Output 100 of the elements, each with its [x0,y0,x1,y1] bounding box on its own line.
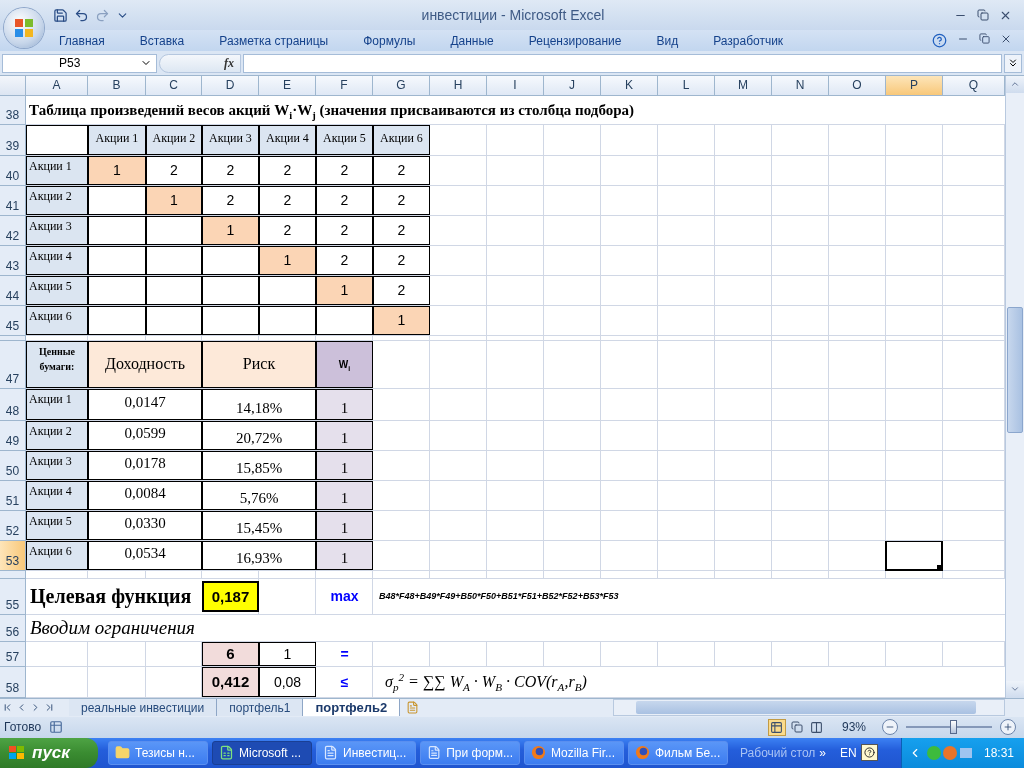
column-letter[interactable]: L [658,75,715,96]
undo-icon[interactable] [74,7,89,23]
column-letter[interactable]: A [26,75,88,96]
tray-icons-drawing[interactable] [925,745,974,761]
row-header[interactable] [0,335,26,341]
sheet-tab[interactable]: портфель2 [303,699,401,717]
row-label: Акции 5 [26,510,88,540]
name-box[interactable]: P53 [2,53,157,73]
sheet-tab[interactable]: реальные инвестиции [69,699,218,717]
column-letter[interactable]: K [601,75,658,96]
operator-label: = [339,644,350,664]
scroll-thumb[interactable] [636,701,976,715]
new-sheet-icon[interactable] [406,701,420,715]
ribbon-tab[interactable]: Вид [655,33,695,48]
row-label: Акции 6 [26,305,88,335]
horizontal-scrollbar[interactable] [613,699,1005,717]
table-cell: 0,0330 [88,510,202,540]
zoom-out-button[interactable] [882,719,898,736]
ribbon-tab[interactable]: Данные [449,33,510,48]
taskbar-item[interactable]: Microsoft ... [212,741,312,765]
last-sheet-icon[interactable] [44,702,55,714]
column-letter[interactable]: J [544,75,601,96]
operator-label: ≤ [339,672,350,692]
row-number[interactable]: 45 [0,305,26,336]
language-indicator[interactable]: EN [840,746,857,760]
select-all-corner[interactable] [0,75,26,96]
row-number[interactable]: 50 [0,450,26,481]
table-cell: 0,0147 [88,388,202,420]
column-letter[interactable]: D [202,75,259,96]
ribbon-tab[interactable]: Разработчик [712,33,800,48]
column-letter[interactable]: E [259,75,316,96]
table-cell: 2 [146,155,202,185]
column-letter[interactable]: H [430,75,487,96]
row-number[interactable]: 40 [0,155,26,186]
table-title: Таблица произведений весов акций W$_{i}$·W$_{j}$ (значения присваиваются из столбца подбора) [26,95,1005,124]
row-number[interactable]: 42 [0,215,26,246]
table-cell: 2 [373,245,430,275]
formula-input[interactable] [243,53,1002,73]
zoom-in-button[interactable] [1000,719,1016,736]
column-letter[interactable]: M [715,75,772,96]
table-cell: 1 [316,420,373,450]
table-cell: 14,18% [202,388,316,420]
insert-function-button[interactable]: fx [159,53,241,73]
row-number[interactable]: 38 [0,95,26,125]
row-number[interactable]: 41 [0,185,26,216]
zoom-thumb[interactable] [950,720,958,735]
save-icon[interactable] [53,7,68,23]
row-number[interactable]: 55 [0,578,26,615]
row-number[interactable]: 52 [0,510,26,541]
row-header[interactable] [0,570,26,579]
column-header: Акции 3 [202,124,259,155]
zoom-level[interactable]: 93% [841,720,866,735]
ribbon-tab[interactable]: Рецензирование [527,33,638,48]
first-sheet-icon[interactable] [2,702,13,714]
restore-icon[interactable] [977,8,989,21]
table-cell: 16,93% [202,540,316,570]
column-letter[interactable]: Q [943,75,1005,96]
table-cell: 0,0084 [88,480,202,510]
row-number[interactable]: 39 [0,124,26,156]
scroll-thumb[interactable] [1007,306,1023,433]
row-number[interactable]: 53 [0,540,26,571]
ribbon-tab[interactable]: Разметка страницы [218,33,345,48]
help-icon[interactable] [860,744,878,762]
row-number[interactable]: 58 [0,666,26,698]
table-cell: 1 [316,450,373,480]
row-number[interactable]: 43 [0,245,26,276]
office-button[interactable] [4,8,44,48]
macro-icon[interactable] [49,720,64,735]
ribbon-tab[interactable]: Вставка [138,33,201,48]
view-button[interactable] [767,718,786,736]
sheet-tab[interactable]: портфель1 [217,699,304,717]
vertical-scrollbar[interactable] [1005,75,1024,698]
row-number[interactable]: 56 [0,614,26,642]
column-letter[interactable]: G [373,75,430,96]
ribbon-tab[interactable]: Формулы [362,33,432,48]
table-cell: 2 [373,275,430,305]
row-number[interactable]: 44 [0,275,26,306]
row-number[interactable]: 49 [0,420,26,451]
table-cell: 2 [259,215,316,245]
column-letter[interactable]: P [886,75,943,96]
start-button[interactable]: пуск [0,738,98,768]
row-label: Акции 2 [26,420,88,450]
column-letter[interactable]: B [88,75,146,96]
redo-icon[interactable] [95,7,110,23]
column-letter[interactable]: N [772,75,829,96]
restore-icon[interactable] [979,33,990,45]
ribbon-tab[interactable]: Главная [58,33,121,48]
globe-icon [531,745,546,761]
column-letter[interactable]: F [316,75,373,96]
column-letter[interactable]: C [146,75,202,96]
row-number[interactable]: 57 [0,641,26,667]
help-icon[interactable] [932,33,947,49]
row-number[interactable]: 48 [0,388,26,421]
table-cell: 2 [373,185,430,215]
column-letter[interactable]: O [829,75,886,96]
row-number[interactable]: 51 [0,480,26,511]
row-number[interactable]: 47 [0,340,26,389]
toolbar-chevron[interactable]: » [819,746,826,760]
folder-icon [115,745,130,761]
column-letter[interactable]: I [487,75,544,96]
